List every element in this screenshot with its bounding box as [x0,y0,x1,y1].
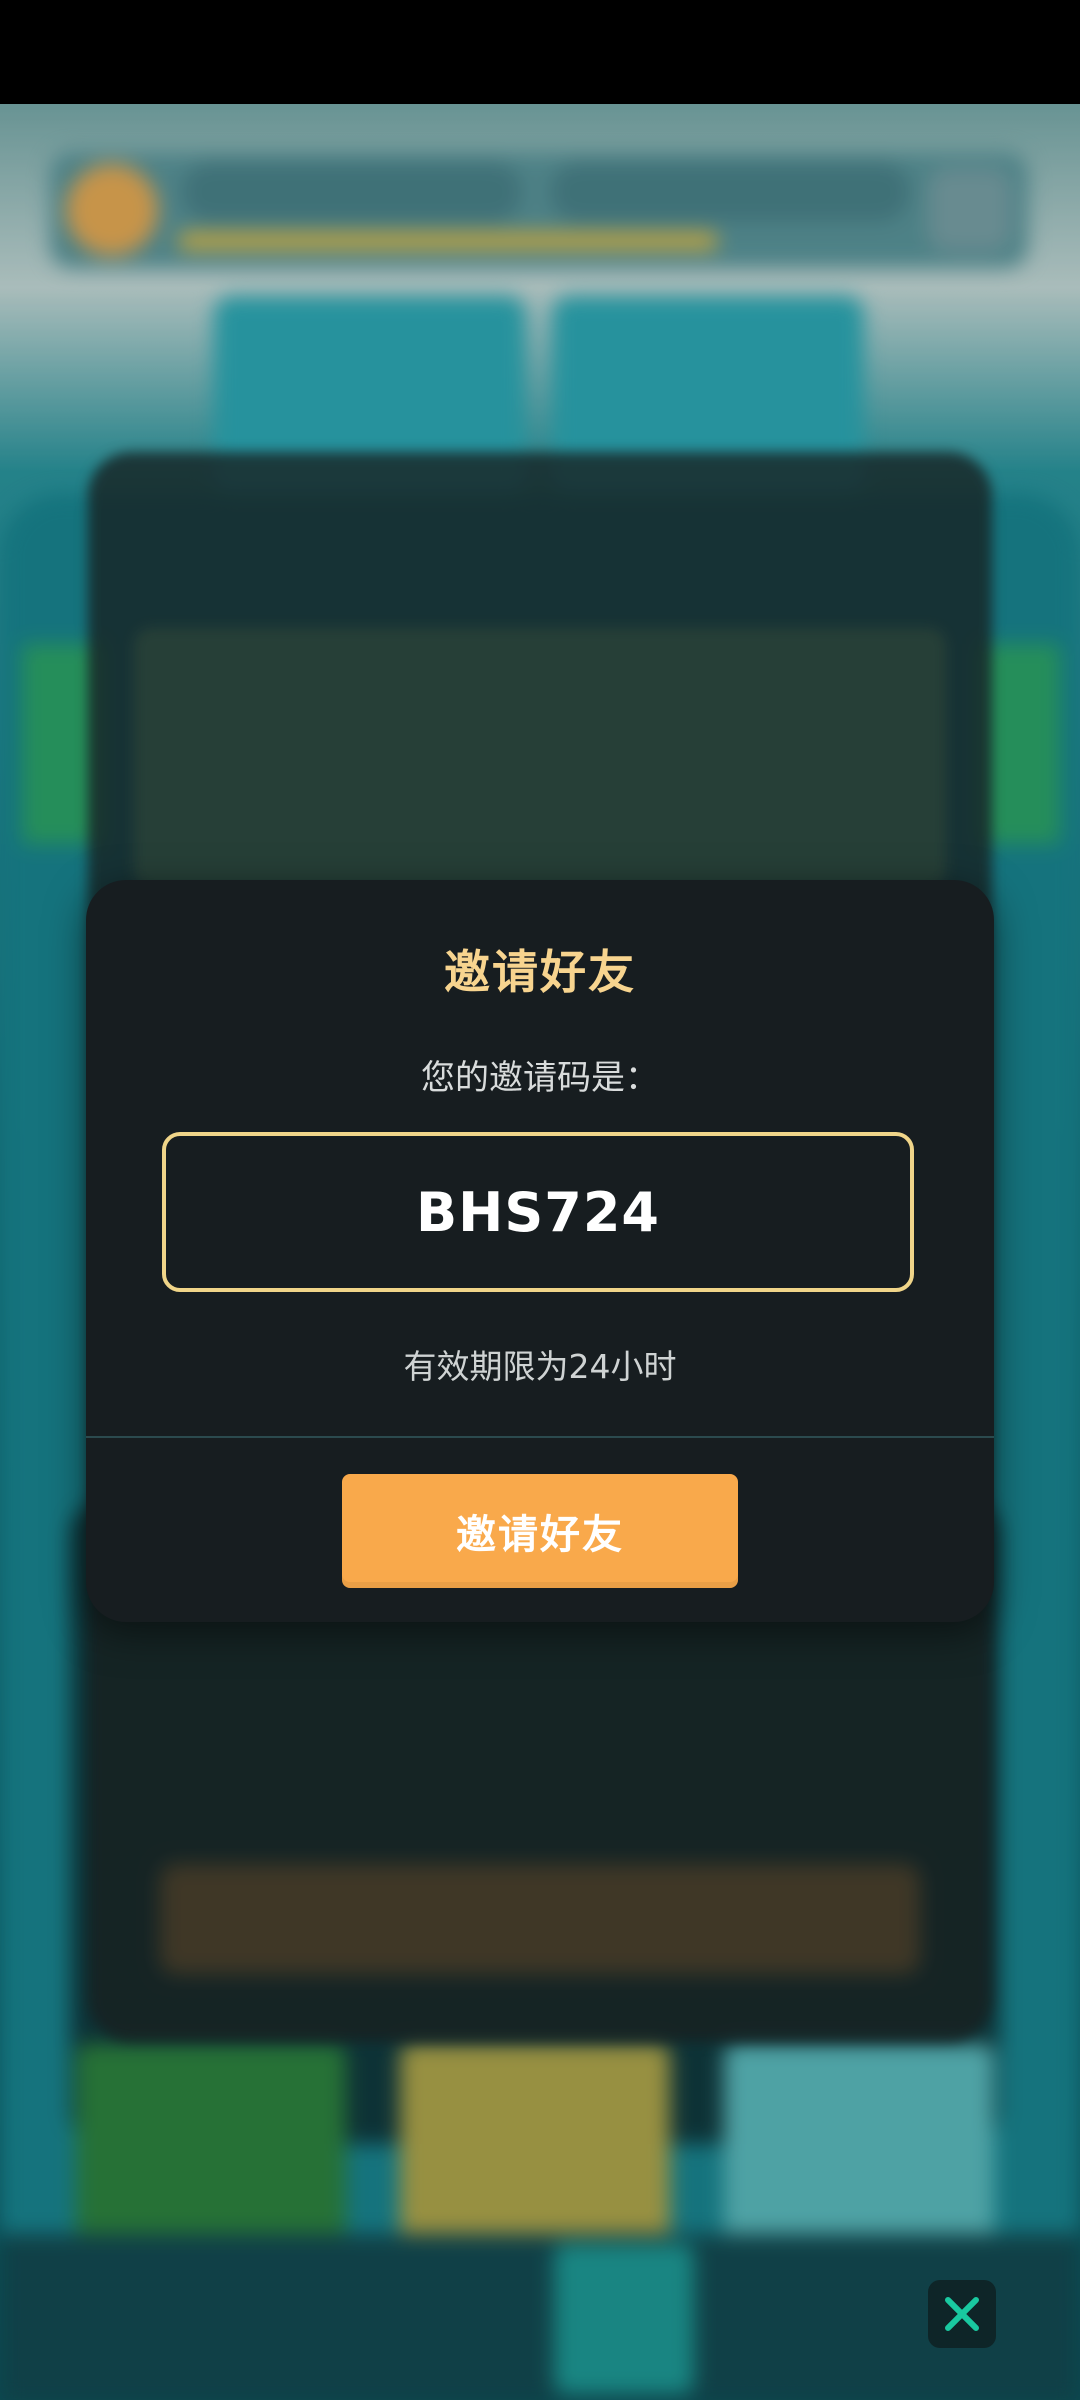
invite-code-label: 您的邀请码是： [421,1058,659,1098]
status-bar [0,0,1080,104]
modal-divider [86,1436,994,1438]
invite-friend-modal: 邀请好友 您的邀请码是： BHS724 有效期限为24小时 邀请好友 [86,880,994,1622]
expiry-text: 有效期限为24小时 [403,1347,677,1386]
close-button[interactable] [928,2280,996,2348]
invite-code-box[interactable]: BHS724 [162,1132,914,1292]
invite-friend-button[interactable]: 邀请好友 [342,1474,738,1588]
modal-title: 邀请好友 [444,945,636,999]
close-icon [945,2297,979,2331]
invite-code-value: BHS724 [416,1180,660,1244]
